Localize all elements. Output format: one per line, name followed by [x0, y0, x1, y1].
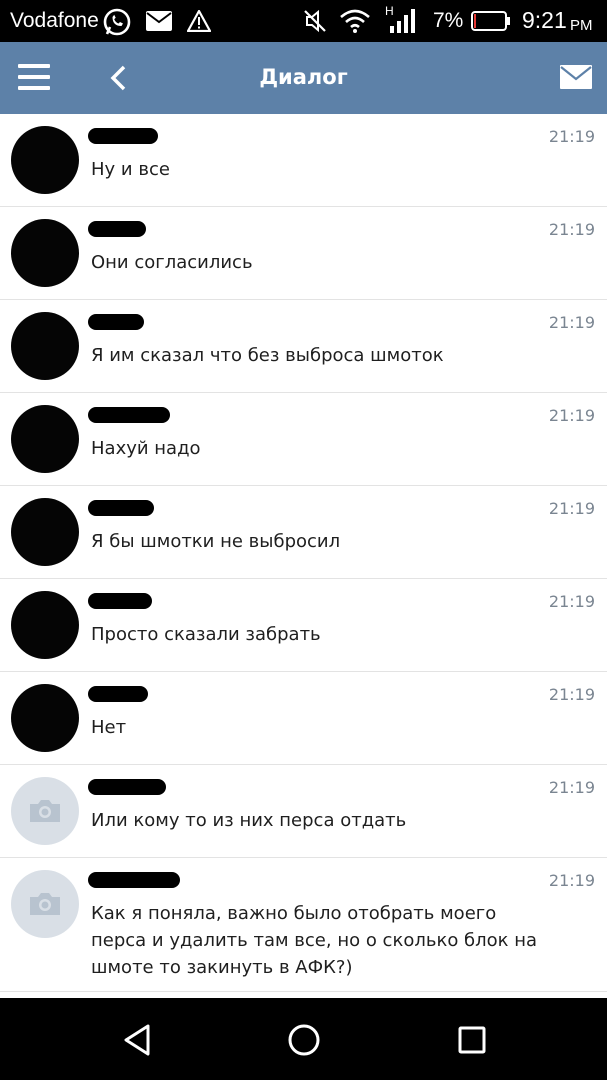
- clock-suffix: PM: [570, 17, 593, 34]
- message-text-line: Как я поняла, важно было отобрать моего: [91, 903, 497, 924]
- message-item[interactable]: 21:19 Нахуй надо: [0, 393, 607, 486]
- message-time: 21:19: [548, 871, 595, 890]
- message-text: Ну и все: [91, 159, 170, 180]
- battery-icon: [471, 11, 510, 31]
- message-text-line: шмоте то закинуть в АФК?): [91, 957, 353, 978]
- message-item[interactable]: 21:19 Нет: [0, 672, 607, 765]
- message-item[interactable]: 21:19 Я им сказал что без выброса шмоток: [0, 300, 607, 393]
- recents-square-icon: [458, 1026, 486, 1054]
- envelope-icon: [560, 65, 592, 89]
- message-time: 21:19: [548, 685, 595, 704]
- navigation-bar: [0, 998, 607, 1080]
- author-name-redacted: [88, 500, 154, 516]
- author-name-redacted: [88, 779, 166, 795]
- message-text: Или кому то из них перса отдать: [91, 810, 407, 831]
- nav-home-button[interactable]: [284, 1020, 324, 1060]
- back-triangle-icon: [124, 1024, 150, 1056]
- avatar[interactable]: [11, 405, 79, 473]
- nav-back-button[interactable]: [118, 1020, 158, 1060]
- message-text: Как я поняла, важно было отобрать моего …: [91, 900, 547, 981]
- message-text: Они согласились: [91, 252, 253, 273]
- page-title: Диалог: [259, 65, 348, 89]
- message-text-line: перса и удалить там все, но о сколько бл…: [91, 930, 538, 951]
- avatar[interactable]: [11, 591, 79, 659]
- message-item[interactable]: 21:19 Я бы шмотки не выбросил: [0, 486, 607, 579]
- message-item[interactable]: 21:19 Они согласились: [0, 207, 607, 300]
- avatar[interactable]: [11, 870, 79, 938]
- message-time: 21:19: [548, 778, 595, 797]
- avatar[interactable]: [11, 684, 79, 752]
- whatsapp-icon: [103, 8, 131, 36]
- camera-icon: [30, 800, 60, 822]
- message-text: Я им сказал что без выброса шмоток: [91, 345, 444, 366]
- status-bar: Vodafone H 7% 9:21 PM: [0, 0, 607, 42]
- avatar[interactable]: [11, 219, 79, 287]
- signal-icon: [390, 9, 415, 33]
- home-circle-icon: [288, 1024, 320, 1056]
- author-name-redacted: [88, 314, 144, 330]
- author-name-redacted: [88, 872, 180, 888]
- message-text: Я бы шмотки не выбросил: [91, 531, 341, 552]
- message-time: 21:19: [548, 499, 595, 518]
- avatar[interactable]: [11, 498, 79, 566]
- message-time: 21:19: [548, 592, 595, 611]
- avatar[interactable]: [11, 126, 79, 194]
- author-name-redacted: [88, 221, 146, 237]
- battery-percent: 7%: [433, 9, 464, 32]
- mail-button[interactable]: [560, 65, 594, 91]
- message-item[interactable]: 21:19 Ну и все: [0, 114, 607, 207]
- message-time: 21:19: [548, 220, 595, 239]
- message-list[interactable]: 21:19 Ну и все 21:19 Они согласились 21:…: [0, 114, 607, 998]
- message-time: 21:19: [548, 127, 595, 146]
- warning-icon: [187, 10, 211, 32]
- avatar[interactable]: [11, 777, 79, 845]
- message-text: Нахуй надо: [91, 438, 201, 459]
- author-name-redacted: [88, 686, 148, 702]
- clock-time: 9:21: [522, 7, 567, 33]
- wifi-icon: [340, 9, 370, 33]
- message-text: Нет: [91, 717, 127, 738]
- author-name-redacted: [88, 128, 158, 144]
- message-item[interactable]: 21:19 Как я поняла, важно было отобрать …: [0, 858, 607, 992]
- message-text: Просто сказали забрать: [91, 624, 321, 645]
- camera-icon: [30, 893, 60, 915]
- message-item[interactable]: 21:19 Или кому то из них перса отдать: [0, 765, 607, 858]
- message-time: 21:19: [548, 313, 595, 332]
- author-name-redacted: [88, 593, 152, 609]
- app-header: Диалог: [0, 42, 607, 114]
- carrier-label: Vodafone: [10, 9, 99, 32]
- message-time: 21:19: [548, 406, 595, 425]
- author-name-redacted: [88, 407, 170, 423]
- avatar[interactable]: [11, 312, 79, 380]
- message-item[interactable]: 21:19 Просто сказали забрать: [0, 579, 607, 672]
- mail-icon: [146, 11, 172, 31]
- nav-recents-button[interactable]: [452, 1020, 492, 1060]
- mute-icon: [304, 9, 326, 33]
